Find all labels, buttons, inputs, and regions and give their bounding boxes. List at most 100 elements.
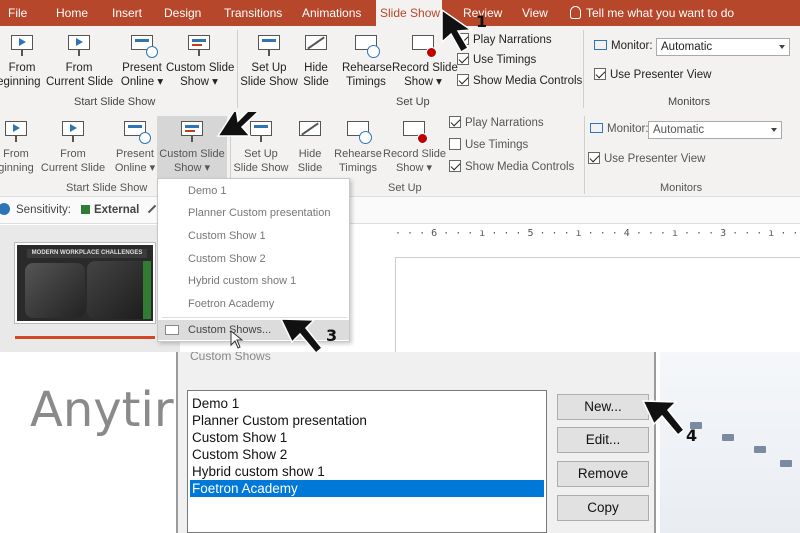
custom-slide-show-button[interactable]: Custom Slide Show ▾ [166,32,234,89]
monitor-select[interactable]: Automatic [656,38,790,56]
custom-shows-list[interactable]: Demo 1 Planner Custom presentation Custo… [187,390,547,533]
new-button[interactable]: New... [557,394,649,420]
step-number-4: 4 [686,426,698,445]
show-media-controls-checkbox[interactable]: Show Media Controls [457,74,582,87]
group-label-monitors: Monitors [668,96,711,108]
ribbon-panel-top: File Home Insert Design Transitions Anim… [0,0,800,112]
setup-show-icon [255,32,283,58]
group-label-set-up: Set Up [388,182,422,194]
play-narrations-checkbox[interactable]: Play Narrations [449,116,544,129]
list-item[interactable]: Demo 1 [190,395,544,412]
rehearse-timings-button[interactable]: Rehearse Timings [334,118,382,175]
sensitivity-value[interactable]: External [94,204,139,216]
tab-design[interactable]: Design [160,0,205,26]
show-media-controls-checkbox[interactable]: Show Media Controls [449,160,574,173]
tell-me-box[interactable]: Tell me what you want to do [570,0,734,26]
menu-item-demo-1[interactable]: Demo 1 [188,181,227,201]
list-item[interactable]: Hybrid custom show 1 [190,463,544,480]
tab-insert[interactable]: Insert [108,0,146,26]
tab-slide-show[interactable]: Slide Show [376,0,442,26]
use-presenter-view-checkbox[interactable]: Use Presenter View [588,152,705,165]
thumbnail-photo [87,261,149,319]
list-item[interactable]: Planner Custom presentation [190,412,544,429]
remove-button[interactable]: Remove [557,461,649,487]
thumbnail-title: MODERN WORKPLACE CHALLENGES [27,249,147,258]
group-label-set-up: Set Up [396,96,430,108]
background-slide-text: Anytir [30,382,174,438]
cursor-arrow-icon [279,318,324,352]
checkbox-icon [594,68,606,80]
presentation-current-icon [65,32,93,58]
custom-shows-panel: Anytir Custom Shows Demo 1 Planner Custo… [0,352,800,533]
cursor-arrow-icon [216,112,259,137]
rehearse-timings-button[interactable]: Rehearse Timings [342,32,392,89]
custom-shows-icon [165,325,179,335]
edit-button[interactable]: Edit... [557,427,649,453]
presentation-play-icon [2,118,30,144]
slide-thumbnail-pane: MODERN WORKPLACE CHALLENGES [0,225,180,352]
slide-thumbnail[interactable]: MODERN WORKPLACE CHALLENGES [14,242,156,324]
from-current-slide-button[interactable]: From Current Slide [46,32,113,89]
dialog-title: Custom Shows [190,352,271,363]
present-online-icon [121,118,151,144]
group-label-start-slide-show: Start Slide Show [66,182,148,194]
thumbnail-photo [25,263,85,318]
horizontal-ruler: · · · 6 · · · ı · · · 5 · · · ı · · · 4 … [395,228,800,239]
use-presenter-view-checkbox[interactable]: Use Presenter View [594,68,711,81]
record-icon [400,118,428,144]
present-online-button[interactable]: Present Online ▾ [114,118,156,175]
decorative-shape [722,434,734,441]
menu-item-custom-show-2[interactable]: Custom Show 2 [188,249,266,269]
rehearse-clock-icon [352,32,380,58]
menu-item-planner-custom[interactable]: Planner Custom presentation [188,203,330,223]
tab-view[interactable]: View [518,0,552,26]
checkbox-icon [449,116,461,128]
list-item[interactable]: Custom Show 1 [190,429,544,446]
from-current-slide-button[interactable]: From Current Slide [40,118,106,175]
group-separator [583,30,584,108]
slide-canvas[interactable] [395,257,800,352]
hide-slide-icon [296,118,324,144]
setup-slide-show-button[interactable]: Set Up Slide Show [240,32,298,89]
present-online-button[interactable]: Present Online ▾ [120,32,164,89]
group-label-start-slide-show: Start Slide Show [74,96,156,108]
menu-item-hybrid-custom-show-1[interactable]: Hybrid custom show 1 [188,271,296,291]
checkbox-icon [588,152,600,164]
hide-slide-button[interactable]: Hide Slide [294,118,326,175]
group-separator [584,116,585,194]
record-slide-show-button[interactable]: Record Slide Show ▾ [383,118,446,175]
tab-home[interactable]: Home [52,0,92,26]
use-timings-checkbox[interactable]: Use Timings [449,138,528,151]
monitor-select[interactable]: Automatic [648,121,782,139]
presentation-play-icon [8,32,36,58]
group-separator [237,30,238,108]
sensitivity-icon [0,203,10,215]
from-beginning-button[interactable]: From ginning [0,118,38,175]
label-tag-icon [80,205,90,214]
tab-file[interactable]: File [4,0,31,26]
tab-transitions[interactable]: Transitions [220,0,286,26]
menu-item-custom-show-1[interactable]: Custom Show 1 [188,226,266,246]
list-item-selected[interactable]: Foetron Academy [190,480,544,497]
group-label-monitors: Monitors [660,182,703,194]
step-number-3: 3 [326,326,338,345]
monitor-label: Monitor: [594,40,653,52]
tab-animations[interactable]: Animations [298,0,365,26]
menu-item-foetron-academy[interactable]: Foetron Academy [188,294,274,314]
hide-slide-icon [302,32,330,58]
cursor-arrow-icon [641,400,686,437]
list-item[interactable]: Custom Show 2 [190,446,544,463]
from-beginning-button[interactable]: FromBeginning [0,32,44,89]
decorative-shape [754,446,766,453]
custom-show-icon [185,32,213,58]
hide-slide-button[interactable]: Hide Slide [300,32,332,89]
lightbulb-icon [570,6,581,19]
mouse-pointer-icon [230,330,244,349]
checkbox-icon [449,138,461,150]
copy-button[interactable]: Copy [557,495,649,521]
edit-pencil-icon[interactable] [148,204,157,214]
thumbnail-selection-bar [15,336,155,339]
checkbox-icon [449,160,461,172]
checkbox-icon [457,74,469,86]
ribbon-panel-dropdown: From ginning From Current Slide Present Onl… [0,112,800,352]
